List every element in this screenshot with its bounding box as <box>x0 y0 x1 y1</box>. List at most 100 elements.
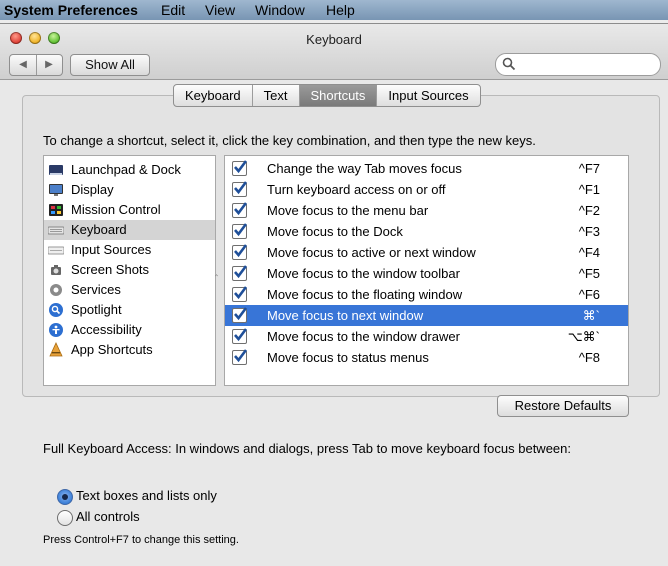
category-spotlight[interactable]: Spotlight <box>44 300 215 320</box>
shortcut-checkbox[interactable] <box>232 223 248 239</box>
shortcut-key[interactable]: ^F3 <box>579 221 600 242</box>
category-label: Spotlight <box>71 302 122 317</box>
services-gear-icon <box>50 284 62 296</box>
shortcut-label: Move focus to active or next window <box>267 245 476 260</box>
radio-text-boxes-lists[interactable] <box>57 489 73 505</box>
shortcut-key[interactable]: ⌘` <box>583 305 600 326</box>
show-all-button[interactable]: Show All <box>70 54 150 76</box>
keyboard-icon <box>48 226 64 235</box>
shortcut-checkbox[interactable] <box>232 307 248 323</box>
category-services[interactable]: Services <box>44 280 215 300</box>
checkmark-icon <box>234 181 248 195</box>
shortcut-checkbox[interactable] <box>232 265 248 281</box>
shortcut-row[interactable]: Turn keyboard access on or off ^F1 <box>225 179 628 200</box>
menu-help[interactable]: Help <box>326 1 355 19</box>
shortcut-checkbox[interactable] <box>232 244 248 260</box>
spotlight-icon <box>49 303 63 317</box>
checkmark-icon <box>234 160 248 174</box>
shortcut-row[interactable]: Move focus to the menu bar ^F2 <box>225 200 628 221</box>
shortcut-label: Move focus to the window drawer <box>267 329 460 344</box>
category-mission-control[interactable]: Mission Control <box>44 200 215 220</box>
category-label: Accessibility <box>71 322 142 337</box>
shortcut-row[interactable]: Move focus to the window drawer ⌥⌘` <box>225 326 628 347</box>
full-keyboard-access-label: Full Keyboard Access: In windows and dia… <box>43 441 571 456</box>
shortcut-label: Move focus to the menu bar <box>267 203 429 218</box>
category-label: App Shortcuts <box>71 342 153 357</box>
shortcut-key[interactable]: ^F1 <box>579 179 600 200</box>
restore-defaults-button[interactable]: Restore Defaults <box>497 395 629 417</box>
input-sources-icon <box>48 246 64 255</box>
category-app-shortcuts[interactable]: App Shortcuts <box>44 340 215 360</box>
shortcut-key[interactable]: ^F7 <box>579 158 600 179</box>
shortcut-key[interactable]: ^F2 <box>579 200 600 221</box>
mission-control-icon <box>49 204 63 216</box>
shortcut-checkbox[interactable] <box>232 328 248 344</box>
back-arrow-icon[interactable]: ◀ <box>10 55 37 75</box>
checkmark-icon <box>234 349 248 363</box>
category-label: Input Sources <box>71 242 152 257</box>
shortcut-label: Move focus to the floating window <box>267 287 463 302</box>
radio-label-text-boxes-lists[interactable]: Text boxes and lists only <box>76 488 217 503</box>
forward-arrow-icon[interactable]: ▶ <box>36 55 62 75</box>
shortcut-key[interactable]: ^F6 <box>579 284 600 305</box>
search-field[interactable] <box>495 53 661 76</box>
category-accessibility[interactable]: Accessibility <box>44 320 215 340</box>
accessibility-icon <box>49 323 63 337</box>
radio-label-all-controls[interactable]: All controls <box>76 509 140 524</box>
shortcut-checkbox[interactable] <box>232 286 248 302</box>
category-label: Display <box>71 182 114 197</box>
shortcut-row[interactable]: Move focus to active or next window ^F4 <box>225 242 628 263</box>
window-titlebar: Keyboard ◀ ▶ Show All <box>0 24 668 80</box>
category-launchpad-dock[interactable]: Launchpad & Dock <box>44 160 215 180</box>
app-shortcuts-icon <box>49 342 63 357</box>
navigation-segment: ◀ ▶ <box>9 54 63 76</box>
shortcut-checkbox[interactable] <box>232 160 248 176</box>
tab-keyboard[interactable]: Keyboard <box>174 85 253 106</box>
checkmark-icon <box>234 223 248 237</box>
tab-shortcuts[interactable]: Shortcuts <box>299 85 378 106</box>
instruction-text: To change a shortcut, select it, click t… <box>43 133 536 148</box>
shortcut-key[interactable]: ^F5 <box>579 263 600 284</box>
shortcut-list[interactable]: Change the way Tab moves focus ^F7 Turn … <box>224 155 629 386</box>
category-keyboard[interactable]: Keyboard <box>44 220 215 240</box>
shortcut-key[interactable]: ⌥⌘` <box>568 326 600 347</box>
shortcut-checkbox[interactable] <box>232 349 248 365</box>
display-icon <box>49 184 63 196</box>
shortcut-checkbox[interactable] <box>232 181 248 197</box>
category-input-sources[interactable]: Input Sources <box>44 240 215 260</box>
shortcut-row[interactable]: Change the way Tab moves focus ^F7 <box>225 158 628 179</box>
split-resize-handle[interactable]: ‸ <box>215 266 218 277</box>
shortcut-row[interactable]: Move focus to the floating window ^F6 <box>225 284 628 305</box>
tab-input-sources[interactable]: Input Sources <box>377 85 479 106</box>
radio-all-controls[interactable] <box>57 510 73 526</box>
shortcut-key[interactable]: ^F4 <box>579 242 600 263</box>
tab-text[interactable]: Text <box>253 85 300 106</box>
shortcut-label: Turn keyboard access on or off <box>267 182 446 197</box>
menu-view[interactable]: View <box>205 1 235 19</box>
category-list[interactable]: Launchpad & Dock Display Mission Control… <box>43 155 216 386</box>
checkmark-icon <box>234 202 248 216</box>
category-label: Keyboard <box>71 222 127 237</box>
shortcut-row[interactable]: Move focus to status menus ^F8 <box>225 347 628 368</box>
category-label: Launchpad & Dock <box>71 162 181 177</box>
shortcut-label: Change the way Tab moves focus <box>267 161 462 176</box>
category-label: Mission Control <box>71 202 161 217</box>
checkmark-icon <box>234 307 248 321</box>
menu-edit[interactable]: Edit <box>161 1 185 19</box>
shortcut-row-selected[interactable]: Move focus to next window ⌘` <box>225 305 628 326</box>
search-icon <box>502 57 516 71</box>
category-label: Services <box>71 282 121 297</box>
category-screen-shots[interactable]: Screen Shots <box>44 260 215 280</box>
menu-window[interactable]: Window <box>255 1 305 19</box>
shortcut-label: Move focus to status menus <box>267 350 429 365</box>
shortcut-row[interactable]: Move focus to the Dock ^F3 <box>225 221 628 242</box>
checkmark-icon <box>234 244 248 258</box>
menu-app-name[interactable]: System Preferences <box>4 1 138 19</box>
shortcut-key[interactable]: ^F8 <box>579 347 600 368</box>
category-display[interactable]: Display <box>44 180 215 200</box>
shortcut-row[interactable]: Move focus to the window toolbar ^F5 <box>225 263 628 284</box>
window-title: Keyboard <box>306 32 362 47</box>
shortcut-checkbox[interactable] <box>232 202 248 218</box>
menu-bar: System Preferences Edit View Window Help <box>0 0 668 20</box>
checkmark-icon <box>234 265 248 279</box>
